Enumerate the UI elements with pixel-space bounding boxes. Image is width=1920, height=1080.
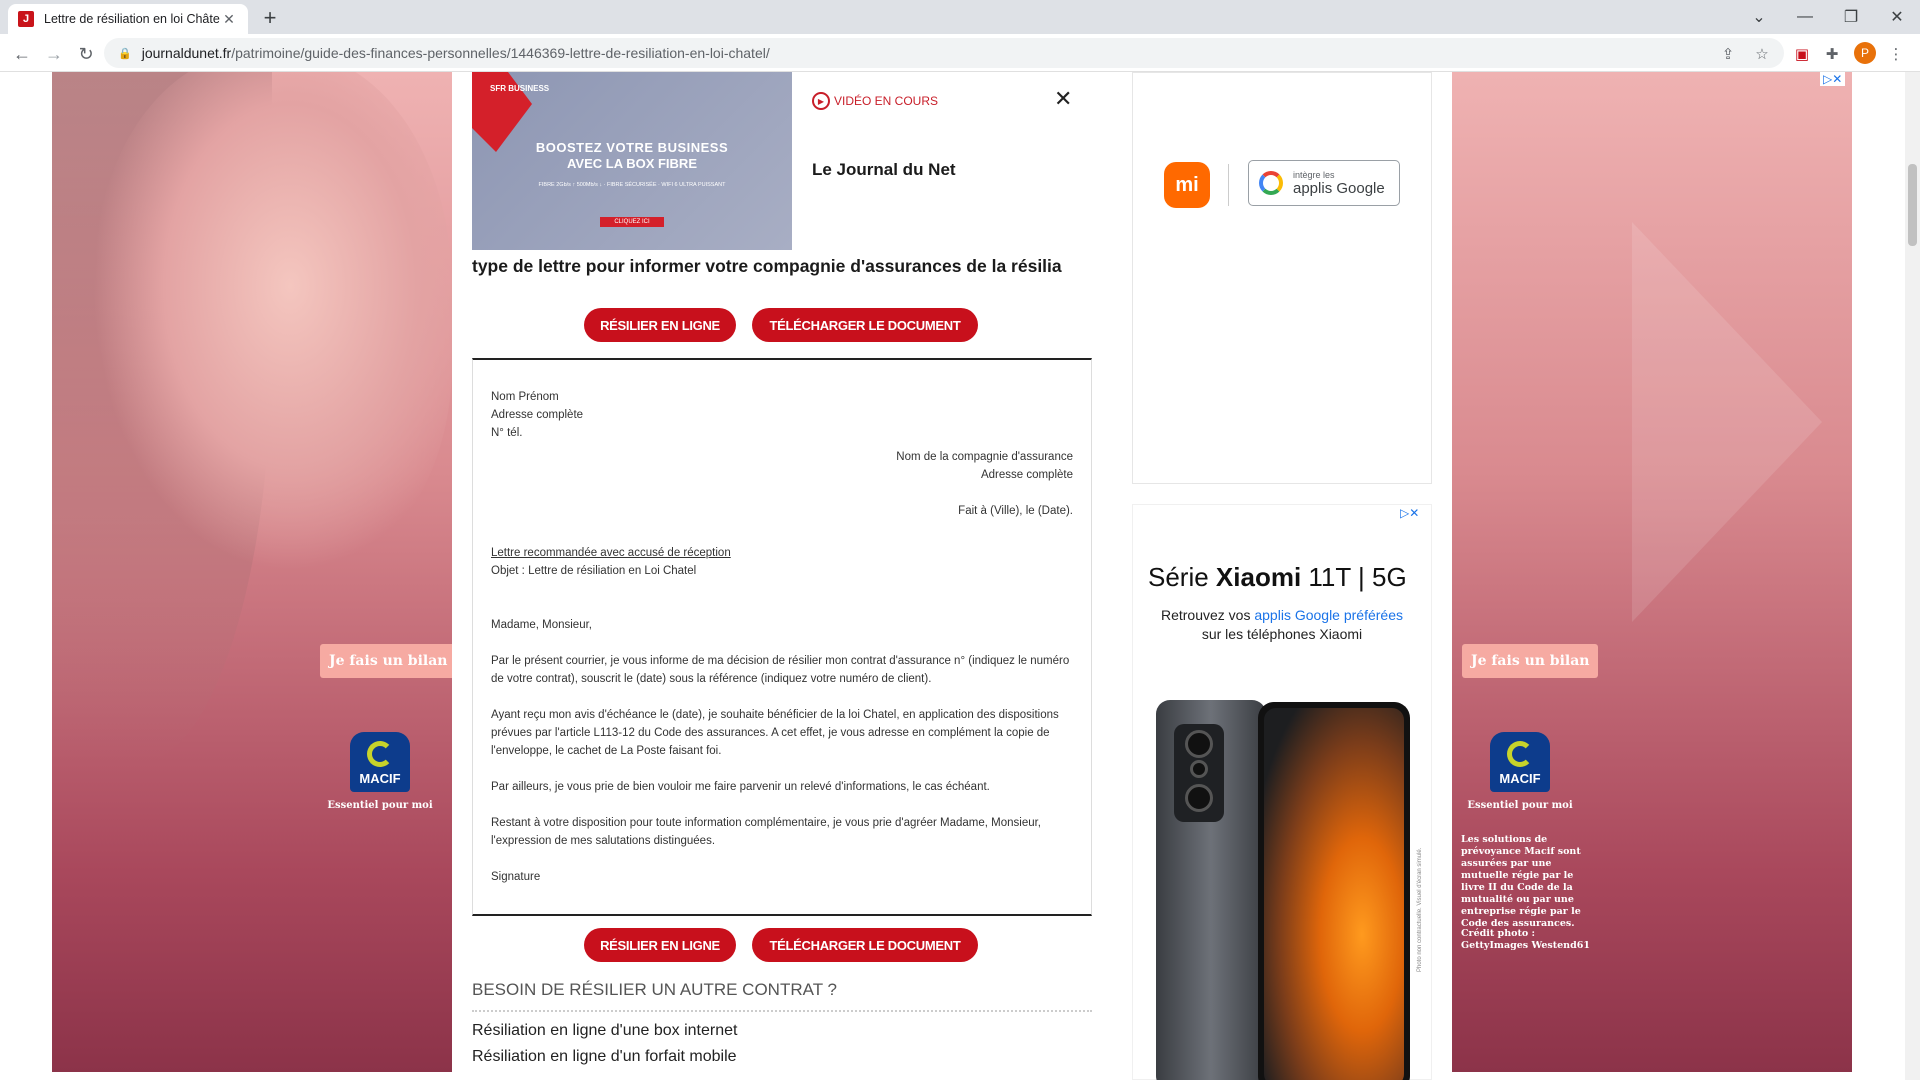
- subtitle-prefix: Retrouvez vos: [1160, 607, 1255, 623]
- macif-logo-left: MACIF: [350, 732, 410, 792]
- video-cta-button[interactable]: CLIQUEZ ICI: [600, 217, 664, 227]
- registered-mention: Lettre recommandée avec accusé de récept…: [491, 547, 731, 559]
- series-brand: Xiaomi: [1215, 562, 1302, 592]
- letter-paragraph-2: Ayant reçu mon avis d'échéance le (date)…: [491, 709, 1059, 757]
- telecharger-button-bottom[interactable]: TÉLÉCHARGER LE DOCUMENT: [752, 928, 978, 962]
- xiaomi-subtitle: Retrouvez vos applis Google préférées su…: [1132, 606, 1432, 644]
- close-window-button[interactable]: ✕: [1874, 0, 1920, 34]
- sender-phone: N° tél.: [491, 427, 523, 439]
- pdf-extension-icon[interactable]: ▣: [1790, 42, 1814, 66]
- adchoices-icon-skin[interactable]: ▷✕: [1820, 72, 1846, 86]
- macif-tagline-left: Essentiel pour moi: [327, 800, 433, 811]
- video-publisher: Le Journal du Net: [812, 160, 956, 179]
- google-apps-badge: intègre les applis Google: [1248, 160, 1400, 206]
- xiaomi-series-title: Série Xiaomi 11T | 5G: [1148, 562, 1407, 593]
- letter-paragraph-1: Par le présent courrier, je vous informe…: [491, 655, 1070, 685]
- jdn-favicon-icon: J: [18, 11, 34, 27]
- google-badge-big: applis Google: [1293, 179, 1385, 197]
- letter-paragraph-4: Restant à votre disposition pour toute i…: [491, 817, 1042, 847]
- skin-ad-left[interactable]: [52, 72, 452, 1072]
- sender-address: Adresse complète: [491, 409, 584, 421]
- video-subline: FIBRE 2Gb/s ↑ 500Mb/s ↓ · FIBRE SÉCURISÉ…: [538, 182, 726, 188]
- camera-lens-icon: [1185, 730, 1213, 758]
- series-model: 11T | 5G: [1301, 562, 1407, 592]
- letter-object: Objet : Lettre de résiliation en Loi Cha…: [491, 565, 697, 577]
- subtitle-link: applis Google préférées: [1254, 607, 1404, 623]
- camera-module: [1174, 724, 1224, 822]
- bilan-button-left[interactable]: Je fais un bilan: [320, 644, 457, 678]
- extensions-puzzle-icon[interactable]: ✚: [1820, 42, 1844, 66]
- recipient-address: Adresse complète: [980, 469, 1073, 481]
- restore-button[interactable]: ❐: [1828, 0, 1874, 34]
- new-tab-button[interactable]: +: [256, 4, 284, 32]
- bilan-button-right[interactable]: Je fais un bilan: [1462, 644, 1599, 678]
- xiaomi-logo: mi: [1164, 162, 1210, 208]
- dotted-divider: [472, 1010, 1092, 1012]
- tab-search-icon[interactable]: ⌄: [1736, 0, 1782, 34]
- google-check-icon: [1259, 171, 1283, 195]
- scrollbar-thumb[interactable]: [1908, 164, 1917, 246]
- url-host: journaldunet.fr: [141, 45, 232, 61]
- macif-ring-icon: [1507, 741, 1533, 767]
- macif-wordmark: MACIF: [359, 771, 401, 786]
- xiaomi-banner-ad[interactable]: [1132, 72, 1432, 484]
- share-icon[interactable]: ⇪: [1716, 42, 1740, 66]
- letter-paragraph-3: Par ailleurs, je vous prie de bien voulo…: [491, 781, 990, 793]
- photo-credit: Crédit photo : GettyImages Westend61: [1461, 928, 1590, 951]
- series-prefix: Série: [1148, 562, 1216, 592]
- forward-icon[interactable]: →: [40, 40, 68, 68]
- video-status: ▶ VIDÉO EN COURS: [812, 92, 938, 110]
- video-close-icon[interactable]: ✕: [1054, 86, 1072, 112]
- woman-face-photo: [92, 72, 452, 572]
- macif-logo-right: MACIF: [1490, 732, 1550, 792]
- video-headline-2: AVEC LA BOX FIBRE: [566, 156, 697, 171]
- resilier-button-bottom[interactable]: RÉSILIER EN LIGNE: [584, 928, 736, 962]
- url-path: /patrimoine/guide-des-finances-personnel…: [231, 45, 770, 61]
- video-headline-1: BOOSTEZ VOTRE BUSINESS: [535, 140, 729, 155]
- address-bar[interactable]: 🔒 journaldunet.fr/patrimoine/guide-des-f…: [104, 38, 1784, 68]
- back-icon[interactable]: ←: [8, 40, 36, 68]
- tab-close-icon[interactable]: ✕: [220, 11, 238, 28]
- telecharger-button-top[interactable]: TÉLÉCHARGER LE DOCUMENT: [752, 308, 978, 342]
- arrow-decoration: [1632, 222, 1822, 622]
- intro-text: type de lettre pour informer votre compa…: [472, 256, 1062, 276]
- macif-ring-icon: [367, 741, 393, 767]
- video-brand-tag: SFR BUSINESS: [490, 84, 550, 93]
- camera-lens-icon: [1190, 760, 1208, 778]
- tab-title: Lettre de résiliation en loi Châtel: [44, 12, 220, 26]
- tab-strip: [0, 0, 1920, 34]
- google-badge-small: intègre les: [1293, 169, 1335, 180]
- camera-lens-icon: [1185, 784, 1213, 812]
- sender-name: Nom Prénom: [491, 391, 559, 403]
- letter-signature: Signature: [491, 871, 541, 883]
- menu-kebab-icon[interactable]: ⋮: [1884, 42, 1908, 66]
- subtitle-suffix: sur les téléphones Xiaomi: [1201, 626, 1363, 642]
- phone-front-image: [1258, 702, 1410, 1080]
- adchoices-icon[interactable]: ▷✕: [1400, 506, 1419, 520]
- video-player[interactable]: SFR BUSINESS BOOSTEZ VOTRE BUSINESS AVEC…: [472, 72, 792, 250]
- macif-tagline-right: Essentiel pour moi: [1467, 800, 1573, 811]
- macif-legal-text: Les solutions de prévoyance Macif sont a…: [1461, 834, 1581, 929]
- other-contract-heading: BESOIN DE RÉSILIER UN AUTRE CONTRAT ?: [472, 980, 837, 999]
- minimize-button[interactable]: —: [1782, 0, 1828, 34]
- profile-avatar[interactable]: P: [1854, 42, 1876, 64]
- resilier-button-top[interactable]: RÉSILIER EN LIGNE: [584, 308, 736, 342]
- reload-icon[interactable]: ↻: [72, 40, 100, 68]
- link-box-internet[interactable]: Résiliation en ligne d'une box internet: [472, 1022, 737, 1040]
- video-status-label: VIDÉO EN COURS: [834, 94, 939, 108]
- place-date: Fait à (Ville), le (Date).: [958, 505, 1073, 517]
- tab-active[interactable]: J Lettre de résiliation en loi Châtel ✕: [8, 4, 248, 34]
- page-viewport: Je fais un bilan MACIF Essentiel pour mo…: [0, 72, 1905, 1080]
- bookmark-star-icon[interactable]: ☆: [1750, 42, 1774, 66]
- lock-icon: 🔒: [118, 47, 132, 60]
- link-forfait-mobile[interactable]: Résiliation en ligne d'un forfait mobile: [472, 1048, 737, 1066]
- ad-fine-print: Photo non contractuelle. Visuel d'écran …: [1417, 847, 1423, 972]
- logo-separator: [1228, 164, 1229, 206]
- recipient-name: Nom de la compagnie d'assurance: [896, 451, 1073, 463]
- play-circle-icon: ▶: [812, 92, 830, 110]
- letter-template: Nom Prénom Adresse complète N° tél. Nom …: [472, 358, 1092, 916]
- macif-wordmark: MACIF: [1499, 771, 1541, 786]
- phone-screen: [1264, 708, 1404, 1080]
- letter-salutation: Madame, Monsieur,: [491, 619, 592, 631]
